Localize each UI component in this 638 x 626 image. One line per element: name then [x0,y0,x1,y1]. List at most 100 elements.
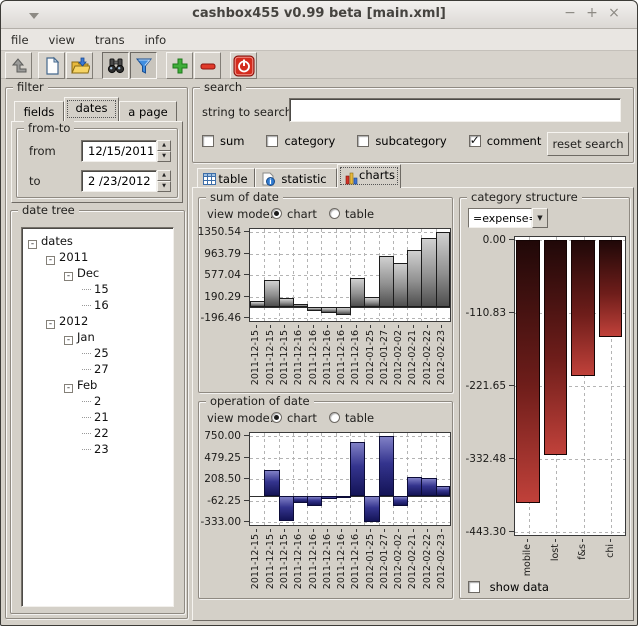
tab-charts[interactable]: charts [337,164,401,188]
show-data-checkbox[interactable] [468,581,480,593]
bar-2012-02-21 [407,250,422,307]
search-input[interactable] [289,98,621,122]
xtick-label: 2011-12-16 [323,534,333,589]
xtick-label: 2011-12-15 [280,330,290,385]
xtick-label: 2011-12-16 [351,330,361,385]
expander-icon[interactable]: - [64,336,73,345]
menu-info[interactable]: info [135,30,177,47]
tab-a-page[interactable]: a page [119,101,177,121]
category-checkbox[interactable] [266,135,278,147]
exit-button[interactable] [230,52,257,79]
open-folder-button[interactable] [66,52,93,79]
expander-icon[interactable]: - [64,384,73,393]
new-document-button[interactable] [38,52,65,79]
spin-down-icon[interactable]: ▼ [157,181,171,192]
op-radio-chart-label: chart [287,411,317,425]
tree-item-label[interactable]: dates [41,234,73,248]
to-date-value[interactable]: 2 /23/2012 [81,170,157,192]
xlabel-slot: 2012-01-27 [378,529,392,593]
tree-item-2011[interactable]: -2011 [22,249,173,265]
tree-item-label[interactable]: 15 [94,282,109,296]
filter-button[interactable] [130,52,157,79]
xtick-mark [356,529,357,532]
tree-item-label[interactable]: 21 [94,410,109,424]
to-date-spinner[interactable]: 2 /23/2012 ▲▼ [81,170,171,192]
tree-item-label[interactable]: 2 [94,394,101,408]
tree-item-label[interactable]: 2011 [59,250,88,264]
chevron-down-icon[interactable]: ▼ [532,208,548,228]
menu-trans[interactable]: trans [85,30,135,47]
tree-item-23[interactable]: 23 [22,441,173,457]
tree-item-2012[interactable]: -2012 [22,313,173,329]
expander-icon[interactable]: - [28,240,37,249]
xtick-label: 2011-12-16 [294,534,304,589]
tree-item-dates[interactable]: -dates [22,233,173,249]
spin-up-icon[interactable]: ▲ [157,140,171,151]
tree-item-label[interactable]: 27 [94,362,109,376]
maximize-button[interactable]: + [581,5,603,21]
tree-item-27[interactable]: 27 [22,361,173,377]
xtick-label: 2012-02-22 [423,330,433,385]
category-combobox-value[interactable]: =expense= [468,208,532,228]
tree-item-15[interactable]: 15 [22,281,173,297]
category-combobox[interactable]: =expense= ▼ [468,208,548,228]
expander-icon[interactable]: - [64,272,73,281]
tree-item-label[interactable]: 22 [94,426,109,440]
xtick-mark [284,325,285,328]
tree-item-2[interactable]: 2 [22,393,173,409]
tree-item-label[interactable]: 2012 [59,314,88,328]
tree-item-label[interactable]: 23 [94,442,109,456]
tree-connector [82,433,91,434]
sum-checkbox[interactable] [202,135,214,147]
tree-item-label[interactable]: Feb [77,378,97,392]
spin-down-icon[interactable]: ▼ [157,151,171,162]
from-date-arrows[interactable]: ▲▼ [157,140,171,162]
tree-item-Feb[interactable]: -Feb [22,377,173,393]
tree-item-16[interactable]: 16 [22,297,173,313]
expander-icon[interactable]: - [46,256,55,265]
tree-item-21[interactable]: 21 [22,409,173,425]
from-date-spinner[interactable]: 12/15/2011 ▲▼ [81,140,171,162]
xtick-mark [298,325,299,328]
tab-statistic-label: statistic [281,172,326,186]
menu-view[interactable]: view [39,30,85,47]
find-button[interactable] [102,52,129,79]
spin-up-icon[interactable]: ▲ [157,170,171,181]
reset-search-button[interactable]: reset search [547,132,629,156]
tree-item-Jan[interactable]: -Jan [22,329,173,345]
tree-item-label[interactable]: 25 [94,346,109,360]
op-radio-chart[interactable] [271,412,282,423]
remove-button[interactable] [194,52,221,79]
ytick-label: -62.25 [207,495,241,507]
close-button[interactable]: × [603,5,625,21]
tree-item-label[interactable]: 16 [94,298,109,312]
ytick-label: -196.46 [200,312,241,324]
tab-table[interactable]: table [197,168,255,188]
tree-item-label[interactable]: Jan [77,330,95,344]
expander-icon[interactable]: - [46,320,55,329]
tab-statistic[interactable]: i statistic [255,168,337,188]
tree-item-label[interactable]: Dec [77,266,99,280]
ytick-label: -221.65 [465,380,506,392]
xlabel-slot: 2011-12-15 [249,529,263,593]
sum-radio-table[interactable] [329,208,340,219]
up-arrow-button[interactable] [5,52,32,79]
tree-item-Dec[interactable]: -Dec [22,265,173,281]
to-date-arrows[interactable]: ▲▼ [157,170,171,192]
comment-checkbox[interactable] [469,135,481,147]
tree-item-25[interactable]: 25 [22,345,173,361]
add-button[interactable] [166,52,193,79]
subcategory-checkbox[interactable] [357,135,369,147]
op-radio-table[interactable] [329,412,340,423]
tab-fields[interactable]: fields [14,101,64,121]
bar-2011-12-16 [350,442,365,496]
sum-radio-chart[interactable] [271,208,282,219]
xtick-mark [313,325,314,328]
tab-dates[interactable]: dates [64,97,119,121]
menu-file[interactable]: file [1,30,39,47]
tree-item-22[interactable]: 22 [22,425,173,441]
minimize-button[interactable]: − [559,5,581,21]
from-date-value[interactable]: 12/15/2011 [81,140,157,162]
ytick-label: 208.50 [204,473,241,485]
date-tree[interactable]: -dates-2011-Dec1516-2012-Jan2527-Feb2212… [21,227,174,607]
